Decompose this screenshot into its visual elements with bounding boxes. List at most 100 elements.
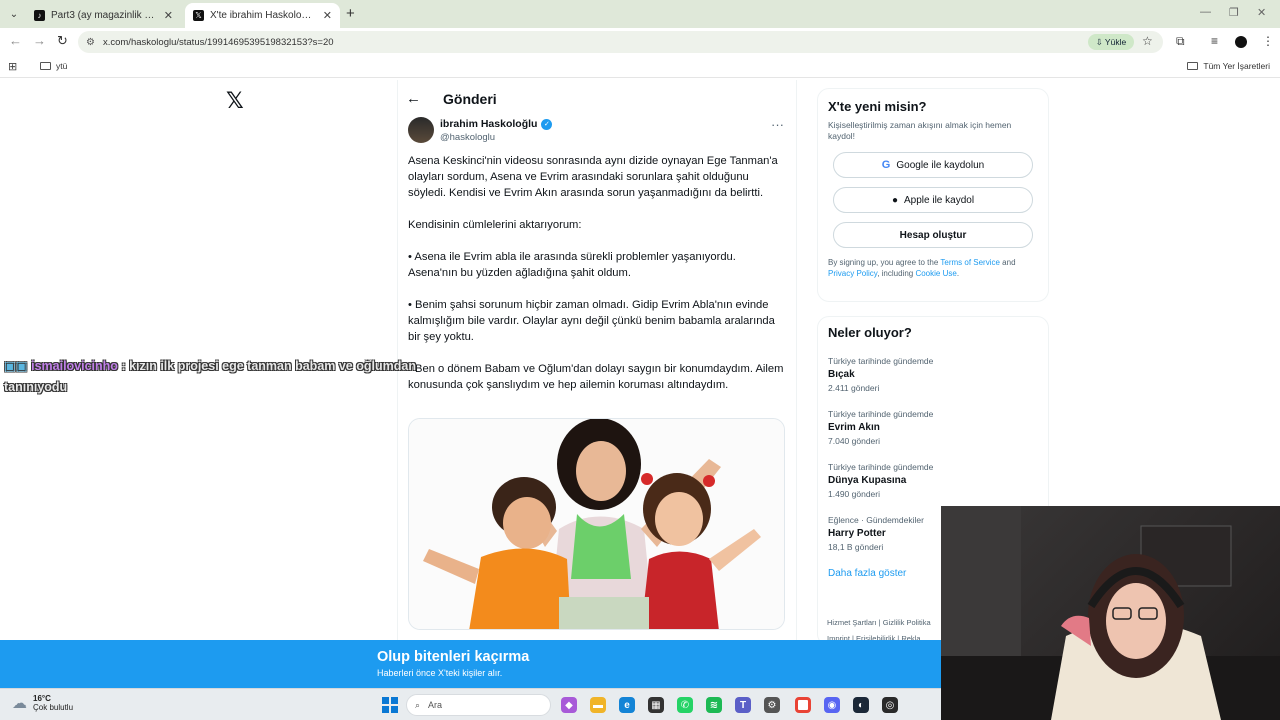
search-placeholder: Ara bbox=[428, 700, 443, 710]
trend-item[interactable]: Türkiye tarihinde gündemde Bıçak 2.411 g… bbox=[828, 356, 1038, 393]
post-header: ← Gönderi bbox=[406, 90, 497, 107]
close-icon[interactable]: ✕ bbox=[164, 9, 173, 22]
menu-icon[interactable]: ⋮ bbox=[1262, 34, 1274, 48]
site-info-icon[interactable]: ⚙ bbox=[86, 37, 95, 48]
post-paragraph: Kendisinin cümlelerini aktarıyorum: bbox=[408, 219, 582, 231]
install-button[interactable]: ⇩ Yükle bbox=[1088, 34, 1134, 50]
avatar[interactable] bbox=[408, 117, 434, 143]
more-options-icon[interactable]: ··· bbox=[771, 117, 784, 132]
apps-grid-icon[interactable]: ⊞ bbox=[8, 60, 17, 73]
chat-username: ismailovicinho bbox=[31, 359, 118, 373]
copilot-icon[interactable]: ◆ bbox=[561, 697, 577, 713]
address-bar[interactable]: ⚙ x.com/haskologlu/status/19914695395198… bbox=[78, 31, 1163, 53]
bookmarks-bar: ⊞ ytü Tüm Yer İşaretleri bbox=[0, 56, 1280, 78]
spotify-icon[interactable]: ≋ bbox=[706, 697, 722, 713]
install-label: Yükle bbox=[1104, 37, 1127, 47]
trend-category: Türkiye tarihinde gündemde bbox=[828, 462, 934, 472]
restore-icon[interactable]: ❐ bbox=[1229, 6, 1239, 19]
weather-widget[interactable]: ☁ 16°C Çok bulutlu bbox=[12, 694, 73, 712]
tab-part3[interactable]: ♪ Part3 (ay magazinlik olmuşuz h... ✕ bbox=[26, 3, 181, 28]
chrome-icon[interactable] bbox=[795, 697, 811, 713]
cloud-icon: ☁ bbox=[12, 695, 27, 712]
post-author: ibrahim Haskoloğlu ✓ @haskologlu ··· bbox=[408, 117, 788, 147]
x-logo-icon: 𝕏 bbox=[193, 10, 204, 21]
terms-link[interactable]: Terms of Service bbox=[940, 258, 1000, 267]
whatsapp-icon[interactable]: ✆ bbox=[677, 697, 693, 713]
file-explorer-icon[interactable]: ▬ bbox=[590, 697, 606, 713]
cookie-link[interactable]: Cookie Use bbox=[915, 269, 956, 278]
taskbar: ☁ 16°C Çok bulutlu ⌕ Ara ◆ ▬ e ▦ ✆ ≋ T ⚙… bbox=[0, 688, 941, 720]
signup-title: X'te yeni misin? bbox=[828, 99, 927, 114]
trend-item[interactable]: Türkiye tarihinde gündemde Dünya Kupasın… bbox=[828, 462, 1038, 499]
forward-icon[interactable]: → bbox=[33, 33, 46, 48]
profile-avatar[interactable] bbox=[1235, 36, 1247, 48]
tab-search-icon[interactable]: ⌄ bbox=[6, 6, 22, 22]
author-handle[interactable]: @haskologlu bbox=[440, 132, 495, 143]
author-name[interactable]: ibrahim Haskoloğlu ✓ bbox=[440, 118, 553, 130]
google-icon: G bbox=[881, 159, 891, 171]
browser-tab-bar: ⌄ ♪ Part3 (ay magazinlik olmuşuz h... ✕ … bbox=[0, 0, 1280, 28]
tab-title: X'te ibrahim Haskoloğlu: "Asena... bbox=[210, 10, 317, 21]
trend-count: 2.411 gönderi bbox=[828, 383, 880, 393]
store-icon[interactable]: ▦ bbox=[648, 697, 664, 713]
post-paragraph: • Asena ile Evrim abla ile arasında süre… bbox=[408, 251, 736, 279]
x-logo-icon[interactable]: 𝕏 bbox=[226, 88, 244, 114]
close-window-icon[interactable]: ✕ bbox=[1257, 6, 1266, 19]
chat-message: ▣▣ ismailovicinho : kızın ilk projesi eg… bbox=[4, 356, 474, 398]
new-tab-icon[interactable]: + bbox=[346, 5, 355, 22]
trend-count: 1.490 gönderi bbox=[828, 489, 880, 499]
legal-and: and bbox=[999, 258, 1016, 267]
author-name-text: ibrahim Haskoloğlu bbox=[440, 118, 538, 130]
signup-banner[interactable]: Olup bitenleri kaçırma Haberleri önce X'… bbox=[0, 640, 941, 688]
edge-icon[interactable]: e bbox=[619, 697, 635, 713]
back-icon[interactable]: ← bbox=[9, 33, 22, 48]
banner-subtitle: Haberleri önce X'teki kişiler alır. bbox=[377, 668, 503, 678]
reload-icon[interactable]: ↻ bbox=[57, 33, 68, 49]
minimize-icon[interactable]: — bbox=[1200, 6, 1211, 18]
footer-line[interactable]: Hizmet Şartları | Gizlilik Politika bbox=[827, 615, 947, 631]
search-icon: ⌕ bbox=[415, 699, 421, 710]
app-icon[interactable]: ⚙ bbox=[764, 697, 780, 713]
privacy-link[interactable]: Privacy Policy bbox=[828, 269, 877, 278]
banner-title: Olup bitenleri kaçırma bbox=[377, 649, 530, 665]
webcam-feed bbox=[941, 506, 1280, 720]
apple-signup-button[interactable]: ● Apple ile kaydol bbox=[833, 187, 1033, 213]
tab-x-post[interactable]: 𝕏 X'te ibrahim Haskoloğlu: "Asena... ✕ bbox=[185, 3, 340, 28]
apple-signup-label: Apple ile kaydol bbox=[904, 194, 975, 206]
steam-icon[interactable]: ◐ bbox=[853, 697, 869, 713]
star-icon[interactable]: ☆ bbox=[1142, 34, 1153, 48]
page-title: Gönderi bbox=[443, 90, 497, 107]
back-arrow-icon[interactable]: ← bbox=[406, 90, 421, 107]
discord-icon[interactable]: ◉ bbox=[824, 697, 840, 713]
trend-category: Türkiye tarihinde gündemde bbox=[828, 409, 934, 419]
windows-start-icon[interactable] bbox=[382, 697, 398, 713]
column-divider bbox=[796, 80, 797, 640]
trend-item[interactable]: Türkiye tarihinde gündemde Evrim Akın 7.… bbox=[828, 409, 1038, 446]
all-bookmarks-label: Tüm Yer İşaretleri bbox=[1203, 61, 1270, 71]
legal-prefix: By signing up, you agree to the bbox=[828, 258, 941, 267]
folder-icon bbox=[40, 62, 51, 70]
all-bookmarks[interactable]: Tüm Yer İşaretleri bbox=[1187, 61, 1270, 71]
create-account-button[interactable]: Hesap oluştur bbox=[833, 222, 1033, 248]
bookmark-ytu[interactable]: ytü bbox=[40, 61, 67, 71]
install-icon: ⇩ bbox=[1095, 36, 1103, 47]
verified-badge-icon: ✓ bbox=[541, 118, 553, 130]
bookmark-label: ytü bbox=[56, 61, 68, 71]
legal-text: By signing up, you agree to the Terms of… bbox=[828, 257, 1038, 279]
extensions-icon[interactable]: ⧉ bbox=[1176, 34, 1185, 49]
webcam-illustration bbox=[941, 506, 1280, 720]
legal-end: . bbox=[956, 269, 960, 278]
teams-icon[interactable]: T bbox=[735, 697, 751, 713]
close-icon[interactable]: ✕ bbox=[323, 9, 332, 22]
obs-icon[interactable]: ◎ bbox=[882, 697, 898, 713]
taskbar-search[interactable]: ⌕ Ara bbox=[406, 694, 551, 716]
trend-name: Evrim Akın bbox=[828, 422, 880, 433]
chat-badge-icon: ▣▣ bbox=[4, 359, 28, 373]
signup-card: X'te yeni misin? Kişiselleştirilmiş zama… bbox=[817, 88, 1049, 302]
post-paragraph: • Benim şahsi sorunum hiçbir zaman olmad… bbox=[408, 299, 775, 343]
tiktok-icon: ♪ bbox=[34, 10, 45, 21]
google-signup-button[interactable]: G Google ile kaydolun bbox=[833, 152, 1033, 178]
media-icon[interactable]: ≡ bbox=[1211, 34, 1218, 48]
trend-name: Bıçak bbox=[828, 369, 855, 380]
post-image[interactable] bbox=[408, 418, 785, 630]
